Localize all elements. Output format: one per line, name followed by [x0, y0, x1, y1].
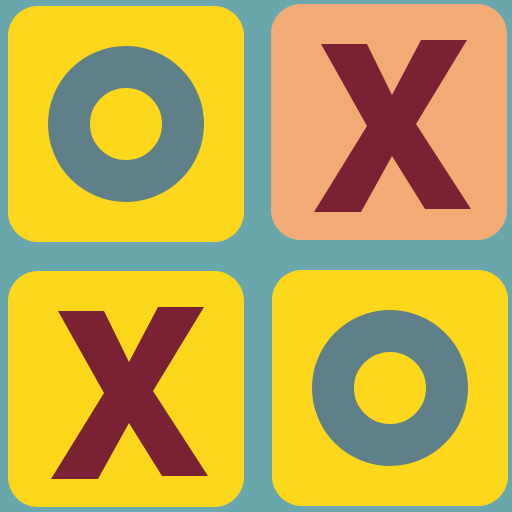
tile-2[interactable] — [8, 271, 244, 507]
tile-1[interactable] — [271, 4, 507, 240]
x-mark-icon — [314, 40, 471, 212]
o-mark-icon — [312, 310, 468, 466]
x-mark-icon — [51, 307, 208, 479]
o-mark-icon — [48, 46, 204, 202]
tile-3[interactable] — [272, 270, 508, 506]
game-board — [0, 0, 512, 512]
tile-0[interactable] — [8, 6, 244, 242]
